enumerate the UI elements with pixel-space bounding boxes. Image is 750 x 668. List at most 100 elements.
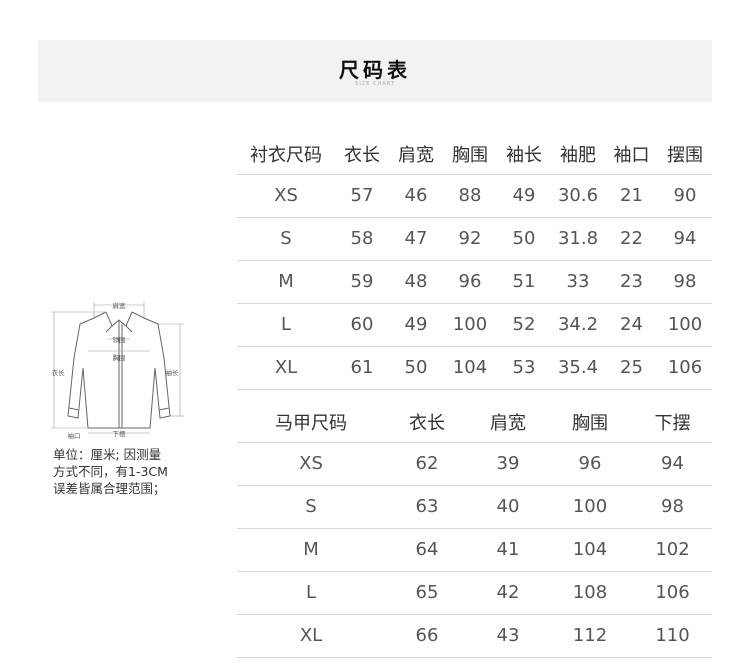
shirt-value-cell: 24	[605, 303, 658, 347]
shirt-value-cell: 90	[658, 174, 712, 218]
vest-value-cell: 102	[633, 528, 712, 572]
vest-size-cell: M	[237, 528, 385, 572]
vest-header-cell: 肩宽	[469, 402, 547, 443]
shirt-value-cell: 98	[658, 260, 712, 304]
shirt-value-cell: 58	[335, 217, 389, 261]
shirt-table-body: XS 57 46 88 49 30.6 21 90 S 58 47 92 50 31.8 22 94 M 59 48…	[237, 174, 712, 390]
shirt-value-cell: 100	[658, 303, 712, 347]
shirt-value-cell: 33	[551, 260, 605, 304]
page-subtitle: SIZE CHART	[355, 81, 395, 87]
vest-value-cell: 96	[547, 442, 633, 486]
vest-value-cell: 42	[469, 571, 547, 615]
shirt-value-cell: 50	[389, 346, 443, 390]
vest-value-cell: 108	[547, 571, 633, 615]
vest-value-cell: 63	[385, 485, 469, 529]
note-line: 误差皆属合理范围；	[53, 481, 166, 496]
shirt-value-cell: 46	[389, 174, 443, 218]
label-chest: 胸围	[113, 353, 126, 362]
vest-size-cell: L	[237, 571, 385, 615]
vest-row: L 65 42 108 106	[237, 571, 712, 615]
vest-value-cell: 104	[547, 528, 633, 572]
label-cuff: 袖口	[68, 431, 81, 440]
vest-header-row: 马甲尺码 衣长 肩宽 胸围 下摆	[237, 402, 712, 443]
shirt-size-cell: L	[237, 303, 335, 347]
shirt-row: S 58 47 92 50 31.8 22 94	[237, 217, 712, 261]
label-neck: 领围	[113, 335, 126, 344]
shirt-size-cell: S	[237, 217, 335, 261]
vest-header-cell: 胸围	[547, 402, 633, 443]
shirt-value-cell: 48	[389, 260, 443, 304]
shirt-value-cell: 23	[605, 260, 658, 304]
shirt-value-cell: 92	[443, 217, 497, 261]
vest-value-cell: 43	[469, 614, 547, 658]
shirt-value-cell: 100	[443, 303, 497, 347]
shirt-row: XS 57 46 88 49 30.6 21 90	[237, 174, 712, 218]
measurement-note: 单位：厘米; 因测量 方式不同，有1-3CM 误差皆属合理范围；	[53, 446, 203, 497]
shirt-value-cell: 25	[605, 346, 658, 390]
label-hem: 下摆	[113, 429, 127, 438]
shirt-value-cell: 22	[605, 217, 658, 261]
vest-value-cell: 39	[469, 442, 547, 486]
vest-row: M 64 41 104 102	[237, 528, 712, 572]
shirt-value-cell: 88	[443, 174, 497, 218]
vest-value-cell: 41	[469, 528, 547, 572]
shirt-value-cell: 49	[389, 303, 443, 347]
shirt-value-cell: 21	[605, 174, 658, 218]
shirt-value-cell: 53	[497, 346, 551, 390]
vest-header-cell: 马甲尺码	[237, 402, 385, 443]
shirt-diagram: 肩宽 领围 胸围 衣长 袖长 下摆 袖口	[51, 301, 184, 440]
vest-value-cell: 65	[385, 571, 469, 615]
size-chart-banner: 尺码表 SIZE CHART	[38, 40, 712, 102]
shirt-value-cell: 94	[658, 217, 712, 261]
shirt-value-cell: 104	[443, 346, 497, 390]
vest-row: XS 62 39 96 94	[237, 442, 712, 486]
vest-value-cell: 66	[385, 614, 469, 658]
label-sleeve: 袖长	[166, 368, 180, 377]
shirt-header-cell: 肩宽	[389, 134, 443, 175]
shirt-value-cell: 51	[497, 260, 551, 304]
shirt-row: L 60 49 100 52 34.2 24 100	[237, 303, 712, 347]
shirt-header-cell: 衣长	[335, 134, 389, 175]
shirt-size-cell: XS	[237, 174, 335, 218]
vest-value-cell: 100	[547, 485, 633, 529]
vest-size-cell: XS	[237, 442, 385, 486]
shirt-value-cell: 34.2	[551, 303, 605, 347]
vest-value-cell: 64	[385, 528, 469, 572]
shirt-header-cell: 胸围	[443, 134, 497, 175]
shirt-header-cell: 袖长	[497, 134, 551, 175]
vest-size-cell: XL	[237, 614, 385, 658]
shirt-value-cell: 35.4	[551, 346, 605, 390]
vest-size-cell: S	[237, 485, 385, 529]
note-line: 方式不同，有1-3CM	[53, 464, 168, 479]
shirt-value-cell: 106	[658, 346, 712, 390]
shirt-header-cell: 衬衣尺码	[237, 134, 335, 175]
shirt-row: M 59 48 96 51 33 23 98	[237, 260, 712, 304]
shirt-header-cell: 袖肥	[551, 134, 605, 175]
label-length: 衣长	[52, 368, 66, 377]
shirt-value-cell: 59	[335, 260, 389, 304]
vest-value-cell: 94	[633, 442, 712, 486]
shirt-value-cell: 49	[497, 174, 551, 218]
shirt-value-cell: 47	[389, 217, 443, 261]
shirt-header-cell: 袖口	[605, 134, 658, 175]
vest-table-body: XS 62 39 96 94 S 63 40 100 98 M 64 41 104 102 L 65 42 108 1…	[237, 442, 712, 658]
shirt-header-cell: 摆围	[658, 134, 712, 175]
vest-value-cell: 40	[469, 485, 547, 529]
vest-value-cell: 106	[633, 571, 712, 615]
shirt-row: XL 61 50 104 53 35.4 25 106	[237, 346, 712, 390]
vest-row: XL 66 43 112 110	[237, 614, 712, 658]
shirt-value-cell: 61	[335, 346, 389, 390]
vest-row: S 63 40 100 98	[237, 485, 712, 529]
shirt-size-cell: XL	[237, 346, 335, 390]
shirt-value-cell: 31.8	[551, 217, 605, 261]
vest-value-cell: 110	[633, 614, 712, 658]
shirt-value-cell: 50	[497, 217, 551, 261]
vest-value-cell: 112	[547, 614, 633, 658]
vest-header-cell: 衣长	[385, 402, 469, 443]
shirt-value-cell: 96	[443, 260, 497, 304]
shirt-value-cell: 57	[335, 174, 389, 218]
vest-value-cell: 62	[385, 442, 469, 486]
vest-header-cell: 下摆	[633, 402, 712, 443]
note-line: 单位：厘米; 因测量	[53, 447, 162, 462]
shirt-value-cell: 30.6	[551, 174, 605, 218]
